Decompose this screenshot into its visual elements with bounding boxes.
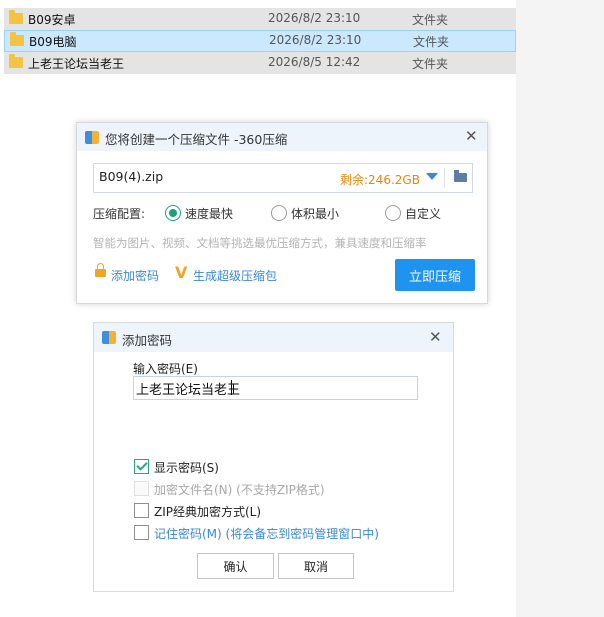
folder-row[interactable]: 上老王论坛当老王 2026/8/5 12:42 文件夹 (4, 52, 516, 74)
password-dialog-titlebar[interactable]: 添加密码 ✕ (94, 323, 453, 352)
folder-icon (9, 10, 23, 24)
super-package-link[interactable]: 生成超级压缩包 (193, 267, 277, 284)
close-icon[interactable]: ✕ (465, 129, 478, 144)
confirm-button[interactable]: 确认 (197, 553, 274, 579)
folder-name: B09电脑 (29, 35, 77, 49)
compress-dialog-titlebar[interactable]: 您将创建一个压缩文件 -360压缩 ✕ (77, 123, 487, 151)
encrypt-filename-note: (不支持ZIP格式) (236, 483, 325, 497)
show-password-label[interactable]: 显示密码(S) (154, 459, 219, 476)
archive-path-box: 剩余:246.2GB (93, 163, 473, 193)
password-input-label: 输入密码(E) (133, 362, 198, 376)
radio-smallest[interactable] (271, 205, 287, 221)
folder-type: 文件夹 (412, 13, 449, 27)
folder-name: 上老王论坛当老王 (28, 57, 125, 71)
browse-folder-icon[interactable] (454, 170, 467, 182)
folder-type: 文件夹 (412, 57, 449, 71)
compress-now-button[interactable]: 立即压缩 (395, 259, 475, 291)
zip-classic-checkbox[interactable] (134, 503, 149, 518)
password-dialog: 添加密码 ✕ 输入密码(E) 上老王论坛当老王 显示密码(S) 加密文件名(N)… (93, 322, 454, 592)
encrypt-filename-text: 加密文件名(N) (154, 483, 233, 497)
dropdown-arrow-icon[interactable] (426, 173, 438, 180)
app-icon (102, 331, 116, 344)
text-caret (231, 380, 232, 395)
divider (444, 168, 445, 188)
compress-dialog-title: 您将创建一个压缩文件 -360压缩 (105, 132, 288, 147)
encrypt-filename-checkbox (134, 481, 149, 496)
folder-date: 2026/8/5 12:42 (268, 55, 361, 69)
folder-date: 2026/8/2 23:10 (269, 33, 362, 47)
archive-filename-input[interactable] (99, 169, 319, 184)
encrypt-filename-label: 加密文件名(N) (不支持ZIP格式) (154, 481, 325, 498)
password-dialog-title: 添加密码 (122, 333, 173, 348)
remember-password-label[interactable]: 记住密码(M) (将会备忘到密码管理窗口中) (154, 525, 379, 542)
file-list: B09安卓 2026/8/2 23:10 文件夹 B09电脑 2026/8/2 … (4, 8, 516, 74)
app-icon (85, 131, 99, 144)
zip-classic-label[interactable]: ZIP经典加密方式(L) (154, 503, 261, 520)
background-strip (516, 0, 604, 617)
cancel-button[interactable]: 取消 (278, 553, 354, 579)
remember-password-note: (将会备忘到密码管理窗口中) (225, 527, 379, 541)
free-space-label: 剩余:246.2GB (340, 173, 420, 187)
password-input[interactable]: 上老王论坛当老王 (133, 376, 418, 400)
remember-password-text: 记住密码(M) (154, 527, 222, 541)
radio-fastest[interactable] (165, 205, 181, 221)
close-icon[interactable]: ✕ (429, 330, 442, 345)
password-value: 上老王论坛当老王 (136, 383, 241, 398)
folder-type: 文件夹 (413, 35, 450, 49)
folder-icon (9, 54, 23, 68)
folder-icon (10, 32, 24, 46)
show-password-checkbox[interactable] (134, 459, 149, 474)
folder-row[interactable]: B09安卓 2026/8/2 23:10 文件夹 (4, 8, 516, 30)
compress-config-label: 压缩配置: (93, 207, 146, 221)
option-custom-label[interactable]: 自定义 (405, 205, 441, 222)
folder-date: 2026/8/2 23:10 (268, 11, 361, 25)
compress-hint-text: 智能为图片、视频、文档等挑选最优压缩方式，兼具速度和压缩率 (93, 236, 427, 250)
radio-custom[interactable] (385, 205, 401, 221)
lock-icon (95, 263, 106, 277)
add-password-link[interactable]: 添加密码 (111, 267, 159, 284)
option-smallest-label[interactable]: 体积最小 (291, 205, 339, 222)
folder-name: B09安卓 (28, 13, 76, 27)
compress-dialog: 您将创建一个压缩文件 -360压缩 ✕ 剩余:246.2GB 压缩配置: 速度最… (76, 122, 488, 304)
option-fastest-label[interactable]: 速度最快 (185, 205, 233, 222)
remember-password-checkbox[interactable] (134, 525, 149, 540)
folder-row-selected[interactable]: B09电脑 2026/8/2 23:10 文件夹 (4, 30, 516, 52)
super-package-icon: V (175, 263, 188, 282)
